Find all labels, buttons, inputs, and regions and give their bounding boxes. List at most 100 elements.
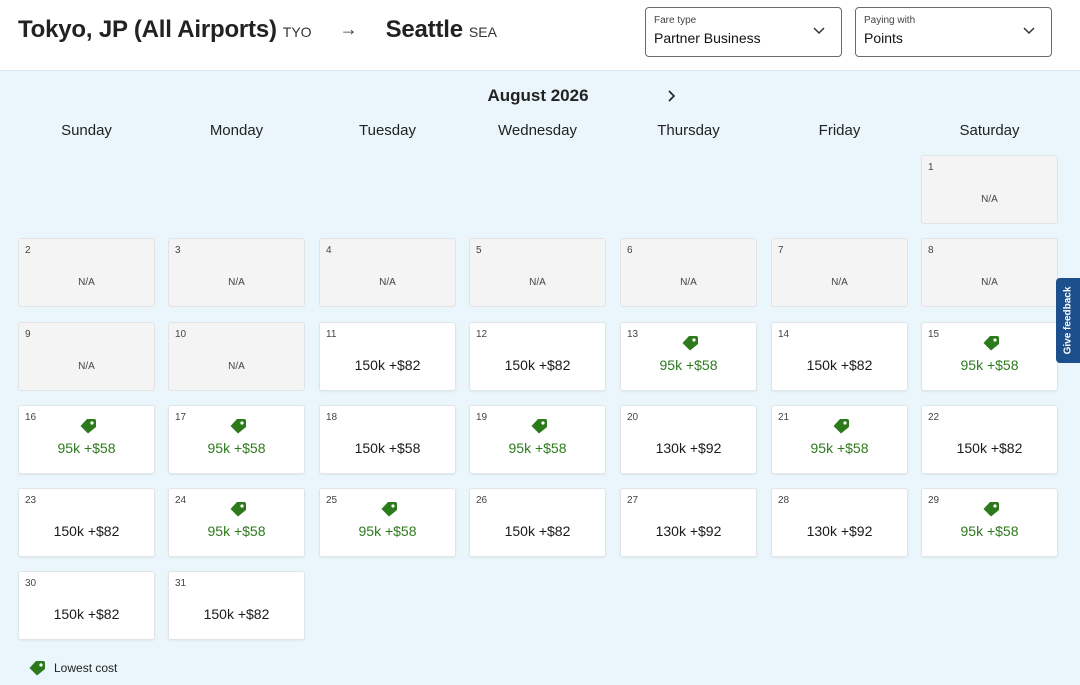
weekday-friday: Friday (818, 122, 861, 139)
day-number: 27 (627, 495, 639, 506)
calendar-day-15[interactable]: 15 95k +$58 (921, 322, 1058, 391)
price-tag-icon (531, 419, 547, 434)
header: Tokyo, JP (All Airports) TYO → Seattle S… (0, 0, 1080, 71)
calendar-day-14[interactable]: 14 150k +$82 (771, 322, 908, 391)
destination-code: SEA (468, 24, 497, 40)
fare-type-label: Fare type (654, 15, 697, 26)
day-number: 29 (928, 495, 940, 506)
calendar-day-11[interactable]: 11 150k +$82 (319, 322, 456, 391)
paying-with-select[interactable]: Paying with Points (855, 7, 1052, 57)
chevron-down-icon (813, 27, 825, 35)
day-number: 7 (778, 245, 784, 256)
calendar-day-27[interactable]: 27 130k +$92 (620, 488, 757, 557)
price-tag-icon (381, 502, 397, 517)
give-feedback-label: Give feedback (1062, 286, 1074, 355)
price-text: 150k +$82 (203, 606, 270, 622)
calendar-day-20[interactable]: 20 130k +$92 (620, 405, 757, 474)
calendar-day-18[interactable]: 18 150k +$58 (319, 405, 456, 474)
fare-type-select[interactable]: Fare type Partner Business (645, 7, 842, 57)
day-number: 5 (476, 245, 482, 256)
unavailable-text: N/A (680, 277, 697, 288)
calendar-day-4: 4 N/A (319, 238, 456, 307)
calendar-day-3: 3 N/A (168, 238, 305, 307)
chevron-down-icon (1023, 27, 1035, 35)
calendar-day-8: 8 N/A (921, 238, 1058, 307)
day-number: 18 (326, 412, 338, 423)
calendar-day-31[interactable]: 31 150k +$82 (168, 571, 305, 640)
unavailable-text: N/A (981, 277, 998, 288)
calendar-day-22[interactable]: 22 150k +$82 (921, 405, 1058, 474)
price-tag-icon (983, 336, 999, 351)
legend: Lowest cost (28, 660, 117, 676)
origin-city: Tokyo, JP (All Airports) (18, 16, 277, 43)
day-number: 28 (778, 495, 790, 506)
price-text: 150k +$58 (354, 440, 421, 456)
calendar-day-13[interactable]: 13 95k +$58 (620, 322, 757, 391)
price-text: 95k +$58 (57, 440, 116, 456)
price-text: 95k +$58 (358, 523, 417, 539)
route-arrow-icon: → (339, 19, 358, 39)
calendar-day-21[interactable]: 21 95k +$58 (771, 405, 908, 474)
unavailable-text: N/A (529, 277, 546, 288)
calendar-day-19[interactable]: 19 95k +$58 (469, 405, 606, 474)
calendar-day-12[interactable]: 12 150k +$82 (469, 322, 606, 391)
unavailable-text: N/A (831, 277, 848, 288)
unavailable-text: N/A (981, 194, 998, 205)
day-number: 17 (175, 412, 187, 423)
day-number: 2 (25, 245, 31, 256)
fare-type-value: Partner Business (654, 30, 761, 46)
price-text: 150k +$82 (354, 357, 421, 373)
day-number: 16 (25, 412, 37, 423)
day-number: 1 (928, 162, 934, 173)
day-number: 3 (175, 245, 181, 256)
day-number: 21 (778, 412, 790, 423)
calendar-day-28[interactable]: 28 130k +$92 (771, 488, 908, 557)
calendar-day-2: 2 N/A (18, 238, 155, 307)
calendar-day-5: 5 N/A (469, 238, 606, 307)
calendar-day-23[interactable]: 23 150k +$82 (18, 488, 155, 557)
calendar-day-26[interactable]: 26 150k +$82 (469, 488, 606, 557)
price-tag-icon (682, 336, 698, 351)
price-text: 95k +$58 (508, 440, 567, 456)
day-number: 20 (627, 412, 639, 423)
day-number: 4 (326, 245, 332, 256)
price-tag-icon (230, 419, 246, 434)
weekday-thursday: Thursday (657, 122, 720, 139)
price-tag-icon (29, 661, 45, 676)
weekday-saturday: Saturday (959, 122, 1020, 139)
day-number: 11 (326, 329, 337, 340)
price-text: 150k +$82 (504, 357, 571, 373)
weekday-monday: Monday (209, 122, 264, 139)
price-text: 130k +$92 (806, 523, 873, 539)
give-feedback-tab[interactable]: Give feedback (1056, 278, 1080, 363)
unavailable-text: N/A (228, 361, 245, 372)
price-text: 150k +$82 (956, 440, 1023, 456)
calendar-day-9: 9 N/A (18, 322, 155, 391)
price-tag-icon (833, 419, 849, 434)
day-number: 30 (25, 578, 37, 589)
calendar-day-1: 1 N/A (921, 155, 1058, 224)
paying-with-value: Points (864, 30, 903, 46)
day-number: 26 (476, 495, 488, 506)
price-tag-icon (80, 419, 96, 434)
weekday-tuesday: Tuesday (359, 122, 416, 139)
price-text: 130k +$92 (655, 440, 722, 456)
unavailable-text: N/A (379, 277, 396, 288)
calendar-day-25[interactable]: 25 95k +$58 (319, 488, 456, 557)
day-number: 23 (25, 495, 37, 506)
price-text: 150k +$82 (53, 523, 120, 539)
price-text: 95k +$58 (207, 440, 266, 456)
day-number: 10 (175, 329, 187, 340)
day-number: 13 (627, 329, 639, 340)
next-month-chevron-icon[interactable] (662, 86, 682, 106)
day-number: 14 (778, 329, 790, 340)
calendar-day-16[interactable]: 16 95k +$58 (18, 405, 155, 474)
day-number: 12 (476, 329, 488, 340)
day-number: 15 (928, 329, 940, 340)
price-text: 95k +$58 (960, 357, 1019, 373)
calendar-day-17[interactable]: 17 95k +$58 (168, 405, 305, 474)
calendar-day-29[interactable]: 29 95k +$58 (921, 488, 1058, 557)
calendar-day-30[interactable]: 30 150k +$82 (18, 571, 155, 640)
calendar-day-24[interactable]: 24 95k +$58 (168, 488, 305, 557)
price-tag-icon (983, 502, 999, 517)
